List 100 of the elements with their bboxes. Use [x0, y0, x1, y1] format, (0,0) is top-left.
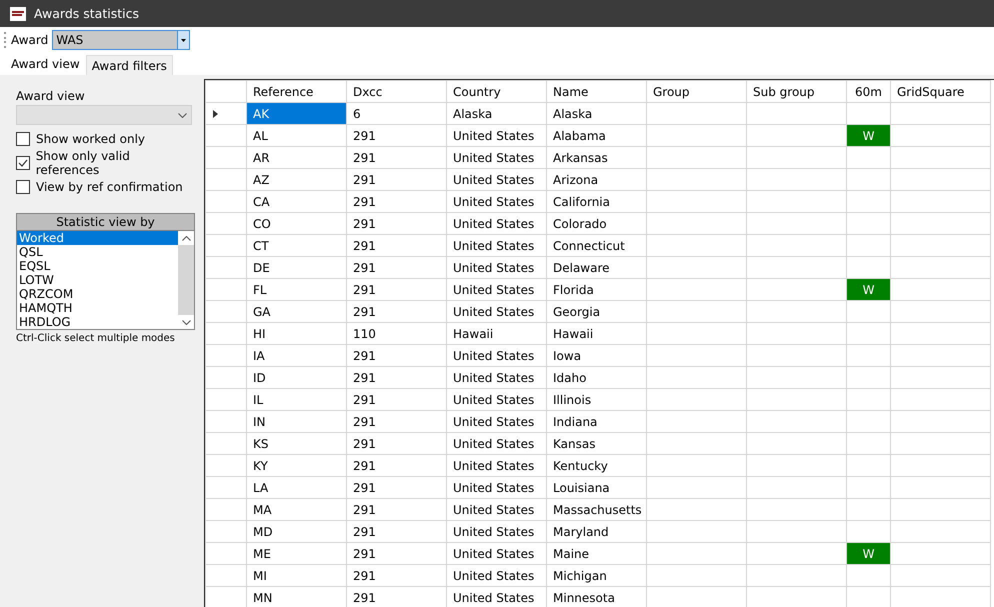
- worked-cell: W: [846, 124, 890, 146]
- table-cell: United States: [446, 388, 546, 410]
- table-cell: 110: [346, 322, 446, 344]
- table-cell: United States: [446, 520, 546, 542]
- table-cell: Delaware: [546, 256, 646, 278]
- table-cell: California: [546, 190, 646, 212]
- table-cell: Arizona: [546, 168, 646, 190]
- table-cell: IL: [246, 388, 346, 410]
- table-cell: MA: [246, 498, 346, 520]
- table-cell: United States: [446, 234, 546, 256]
- checkbox[interactable]: [16, 132, 30, 146]
- table-cell: 291: [346, 498, 446, 520]
- table-cell: AR: [246, 146, 346, 168]
- table-cell: United States: [446, 542, 546, 564]
- table-cell: United States: [446, 476, 546, 498]
- table-cell: United States: [446, 564, 546, 586]
- list-header: Statistic view by: [17, 214, 194, 231]
- table-cell: ME: [246, 542, 346, 564]
- table-cell: 291: [346, 300, 446, 322]
- list-item[interactable]: Worked: [17, 231, 178, 245]
- table-cell: IA: [246, 344, 346, 366]
- checkbox[interactable]: [16, 180, 30, 194]
- column-header[interactable]: 60m: [846, 80, 890, 102]
- table-cell: Maine: [546, 542, 646, 564]
- table-cell: Louisiana: [546, 476, 646, 498]
- table-cell: 291: [346, 256, 446, 278]
- tab[interactable]: Award filters: [86, 55, 173, 75]
- table-cell: 291: [346, 278, 446, 300]
- table-cell: 291: [346, 124, 446, 146]
- table-cell: LA: [246, 476, 346, 498]
- table-cell: United States: [446, 190, 546, 212]
- table-cell: Hawaii: [546, 322, 646, 344]
- table-cell: 291: [346, 344, 446, 366]
- list-item[interactable]: HRDLOG: [17, 315, 178, 329]
- scroll-down-icon[interactable]: [182, 320, 190, 324]
- table-cell: 291: [346, 388, 446, 410]
- table-cell: 291: [346, 190, 446, 212]
- table-cell: United States: [446, 300, 546, 322]
- table-cell: Illinois: [546, 388, 646, 410]
- table-cell: Hawaii: [446, 322, 546, 344]
- table-cell: 291: [346, 520, 446, 542]
- table-cell: CT: [246, 234, 346, 256]
- table-cell: United States: [446, 212, 546, 234]
- award-dropdown[interactable]: WAS: [52, 30, 190, 50]
- table-cell: United States: [446, 256, 546, 278]
- table-cell: Florida: [546, 278, 646, 300]
- column-header[interactable]: Country: [446, 80, 546, 102]
- table-cell: AZ: [246, 168, 346, 190]
- table-cell: United States: [446, 146, 546, 168]
- table-cell: United States: [446, 366, 546, 388]
- table-cell: Alabama: [546, 124, 646, 146]
- table-cell: 291: [346, 234, 446, 256]
- table-cell: IN: [246, 410, 346, 432]
- scroll-up-icon[interactable]: [182, 236, 190, 240]
- table-cell: United States: [446, 344, 546, 366]
- table-cell: Colorado: [546, 212, 646, 234]
- table-cell: MI: [246, 564, 346, 586]
- table-cell: ID: [246, 366, 346, 388]
- list-item[interactable]: HAMQTH: [17, 301, 178, 315]
- table-cell: 291: [346, 410, 446, 432]
- worked-cell: W: [846, 542, 890, 564]
- table-cell: KY: [246, 454, 346, 476]
- window-title: Awards statistics: [34, 6, 139, 21]
- list-item[interactable]: LOTW: [17, 273, 178, 287]
- column-header[interactable]: GridSquare: [890, 80, 990, 102]
- table-cell: 291: [346, 146, 446, 168]
- column-header[interactable]: Dxcc: [346, 80, 446, 102]
- column-header[interactable]: Group: [646, 80, 746, 102]
- table-cell: KS: [246, 432, 346, 454]
- column-header[interactable]: Name: [546, 80, 646, 102]
- checkbox-label: Show only valid references: [36, 149, 131, 177]
- table-cell: Kansas: [546, 432, 646, 454]
- column-header[interactable]: Sub group: [746, 80, 846, 102]
- table-cell: FL: [246, 278, 346, 300]
- table-cell: 291: [346, 168, 446, 190]
- column-header[interactable]: Reference: [246, 80, 346, 102]
- table-cell: United States: [446, 410, 546, 432]
- table-cell: Arkansas: [546, 146, 646, 168]
- checkbox[interactable]: [16, 156, 30, 170]
- table-cell: HI: [246, 322, 346, 344]
- table-cell: Connecticut: [546, 234, 646, 256]
- table-cell: DE: [246, 256, 346, 278]
- table-cell: 6: [346, 102, 446, 124]
- table-cell: 291: [346, 564, 446, 586]
- list-item[interactable]: EQSL: [17, 259, 178, 273]
- table-cell: 291: [346, 542, 446, 564]
- table-cell: GA: [246, 300, 346, 322]
- list-item[interactable]: QRZCOM: [17, 287, 178, 301]
- table-cell: United States: [446, 124, 546, 146]
- table-cell: 291: [346, 212, 446, 234]
- list-item[interactable]: QSL: [17, 245, 178, 259]
- table-cell: CA: [246, 190, 346, 212]
- award-view-label: Award view: [16, 88, 86, 103]
- table-cell: 291: [346, 476, 446, 498]
- table-cell: United States: [446, 454, 546, 476]
- table-cell: CO: [246, 212, 346, 234]
- checkbox-label: View by ref confirmation: [36, 180, 183, 194]
- scrollbar[interactable]: [178, 231, 194, 329]
- dropdown-arrow-icon: [181, 38, 186, 42]
- table-cell: Alaska: [446, 102, 546, 124]
